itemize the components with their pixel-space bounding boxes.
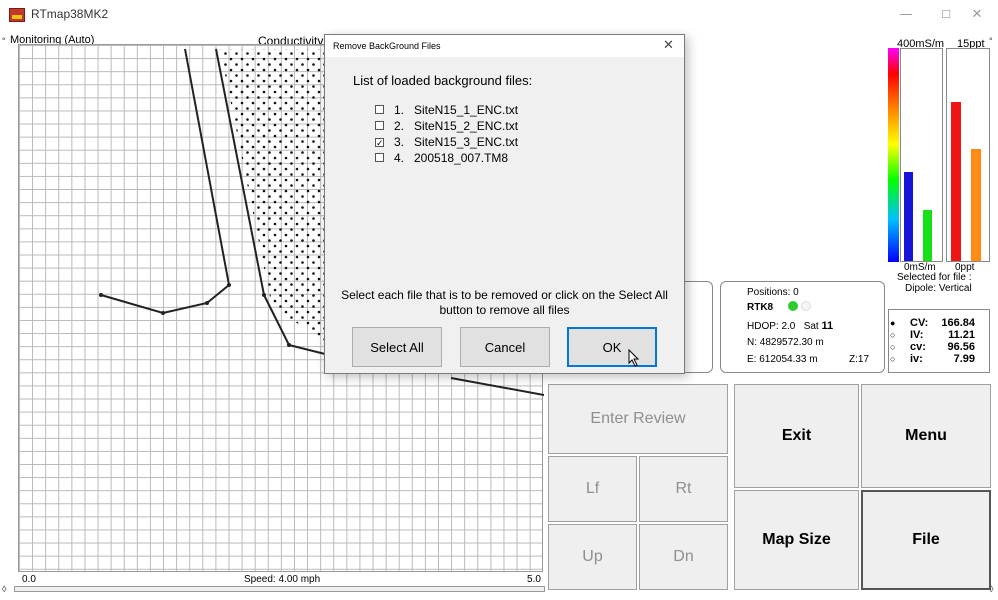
selected-for-file-label: Selected for file : (897, 272, 972, 283)
file-number: 1. (394, 103, 405, 117)
dipole-label: Dipole: Vertical (905, 283, 972, 294)
mouse-cursor-icon (628, 349, 640, 367)
gps-secondary-indicator (801, 301, 811, 311)
file-checkbox[interactable] (375, 121, 384, 130)
salinity-bar-iv (951, 102, 961, 261)
map-axis-min: 0.0 (22, 574, 36, 585)
readout-value: 11.21 (948, 329, 975, 341)
file-name: SiteN15_2_ENC.txt (414, 119, 519, 133)
dialog-instructions: Select each file that is to be removed o… (341, 288, 668, 317)
readout-value: 7.99 (953, 353, 975, 365)
file-number: 4. (394, 151, 405, 165)
salinity-bar-iv-secondary (971, 149, 981, 261)
readout-row[interactable]: ● CV: 166.84 (890, 317, 990, 329)
gps-hdop-row: HDOP: 2.0 Sat 11 (747, 320, 833, 332)
close-button[interactable]: ✕ (954, 0, 998, 30)
ok-button[interactable]: OK (567, 327, 657, 367)
file-number: 3. (394, 135, 405, 149)
surveyed-area (220, 49, 331, 345)
file-number: 2. (394, 119, 405, 133)
corner-marker: ° (989, 36, 993, 46)
file-list-heading: List of loaded background files: (353, 73, 533, 88)
gps-hdop: HDOP: 2.0 (747, 321, 796, 332)
readout-row[interactable]: ○ IV: 11.21 (890, 329, 990, 341)
file-button[interactable]: File (861, 490, 991, 590)
cancel-button[interactable]: Cancel (460, 327, 550, 367)
pan-up-button[interactable]: Up (548, 524, 637, 590)
file-name: SiteN15_3_ENC.txt (414, 135, 519, 149)
conductivity-bar-cv-secondary (923, 210, 932, 261)
readout-value: 96.56 (947, 341, 975, 353)
corner-marker: ◊ (2, 584, 7, 594)
readout-row[interactable]: ○ cv: 96.56 (890, 341, 990, 353)
select-all-button[interactable]: Select All (352, 327, 442, 367)
map-scrollbar[interactable] (14, 586, 545, 592)
readout-radio[interactable]: ○ (890, 354, 902, 364)
file-checkbox[interactable]: ✓ (375, 138, 384, 148)
gps-sat-value: 11 (821, 320, 834, 332)
conductivity-bar-cv (904, 172, 913, 261)
readout-label: iv: (910, 353, 923, 365)
enter-review-button[interactable]: Enter Review (548, 384, 728, 454)
file-list-item[interactable]: 2. SiteN15_2_ENC.txt (375, 119, 518, 133)
conductivity-meter (900, 48, 943, 262)
corner-marker: ° (2, 36, 6, 46)
track-points (99, 283, 291, 347)
window-title: RTmap38MK2 (31, 7, 109, 21)
readout-radio[interactable]: ● (890, 318, 902, 328)
pan-left-button[interactable]: Lf (548, 456, 637, 522)
readout-label: IV: (910, 329, 924, 341)
gps-fix-indicator (788, 301, 798, 311)
track-path-exit (450, 377, 544, 396)
pan-right-button[interactable]: Rt (639, 456, 728, 522)
file-checkbox[interactable] (375, 105, 384, 114)
map-axis-max: 5.0 (527, 574, 541, 585)
file-name: 200518_007.TM8 (414, 151, 509, 165)
dialog-title: Remove BackGround Files (333, 41, 441, 51)
file-list-item[interactable]: 4. 200518_007.TM8 (375, 151, 508, 165)
readout-label: CV: (910, 317, 929, 329)
gps-sat-label: Sat (803, 321, 819, 332)
readout-label: cv: (910, 341, 926, 353)
gps-positions: Positions: 0 (747, 287, 799, 298)
speed-readout: Speed: 4.00 mph (244, 574, 321, 585)
menu-button[interactable]: Menu (861, 384, 991, 488)
readout-list: ● CV: 166.84 ○ IV: 11.21 ○ cv: 96.56 ○ i… (890, 317, 990, 365)
readout-row[interactable]: ○ iv: 7.99 (890, 353, 990, 365)
gps-easting: E: 612054.33 m (747, 354, 818, 365)
exit-button[interactable]: Exit (734, 384, 859, 488)
map-size-button[interactable]: Map Size (734, 490, 859, 590)
readout-radio[interactable]: ○ (890, 342, 902, 352)
gps-northing: N: 4829572.30 m (747, 337, 824, 348)
app-icon (9, 8, 25, 22)
remove-background-files-dialog: Remove BackGround Files ✕ List of loaded… (324, 34, 685, 374)
file-list-item[interactable]: ✓ 3. SiteN15_3_ENC.txt (375, 135, 518, 149)
readout-radio[interactable]: ○ (890, 330, 902, 340)
pan-down-button[interactable]: Dn (639, 524, 728, 590)
file-list-item[interactable]: 1. SiteN15_1_ENC.txt (375, 103, 518, 117)
readout-value: 166.84 (941, 317, 975, 329)
file-name: SiteN15_1_ENC.txt (414, 103, 519, 117)
gps-panel: Positions: 0 RTK8 HDOP: 2.0 Sat 11 N: 48… (720, 281, 885, 373)
dialog-close-button[interactable]: ✕ (663, 38, 674, 53)
file-checkbox[interactable] (375, 153, 384, 162)
track-path-outer (100, 48, 231, 315)
color-scale-conductivity (888, 48, 899, 262)
window-titlebar (0, 0, 998, 30)
gps-zone: Z:17 (849, 354, 870, 365)
gps-mode: RTK8 (747, 302, 774, 313)
salinity-meter (946, 48, 990, 262)
